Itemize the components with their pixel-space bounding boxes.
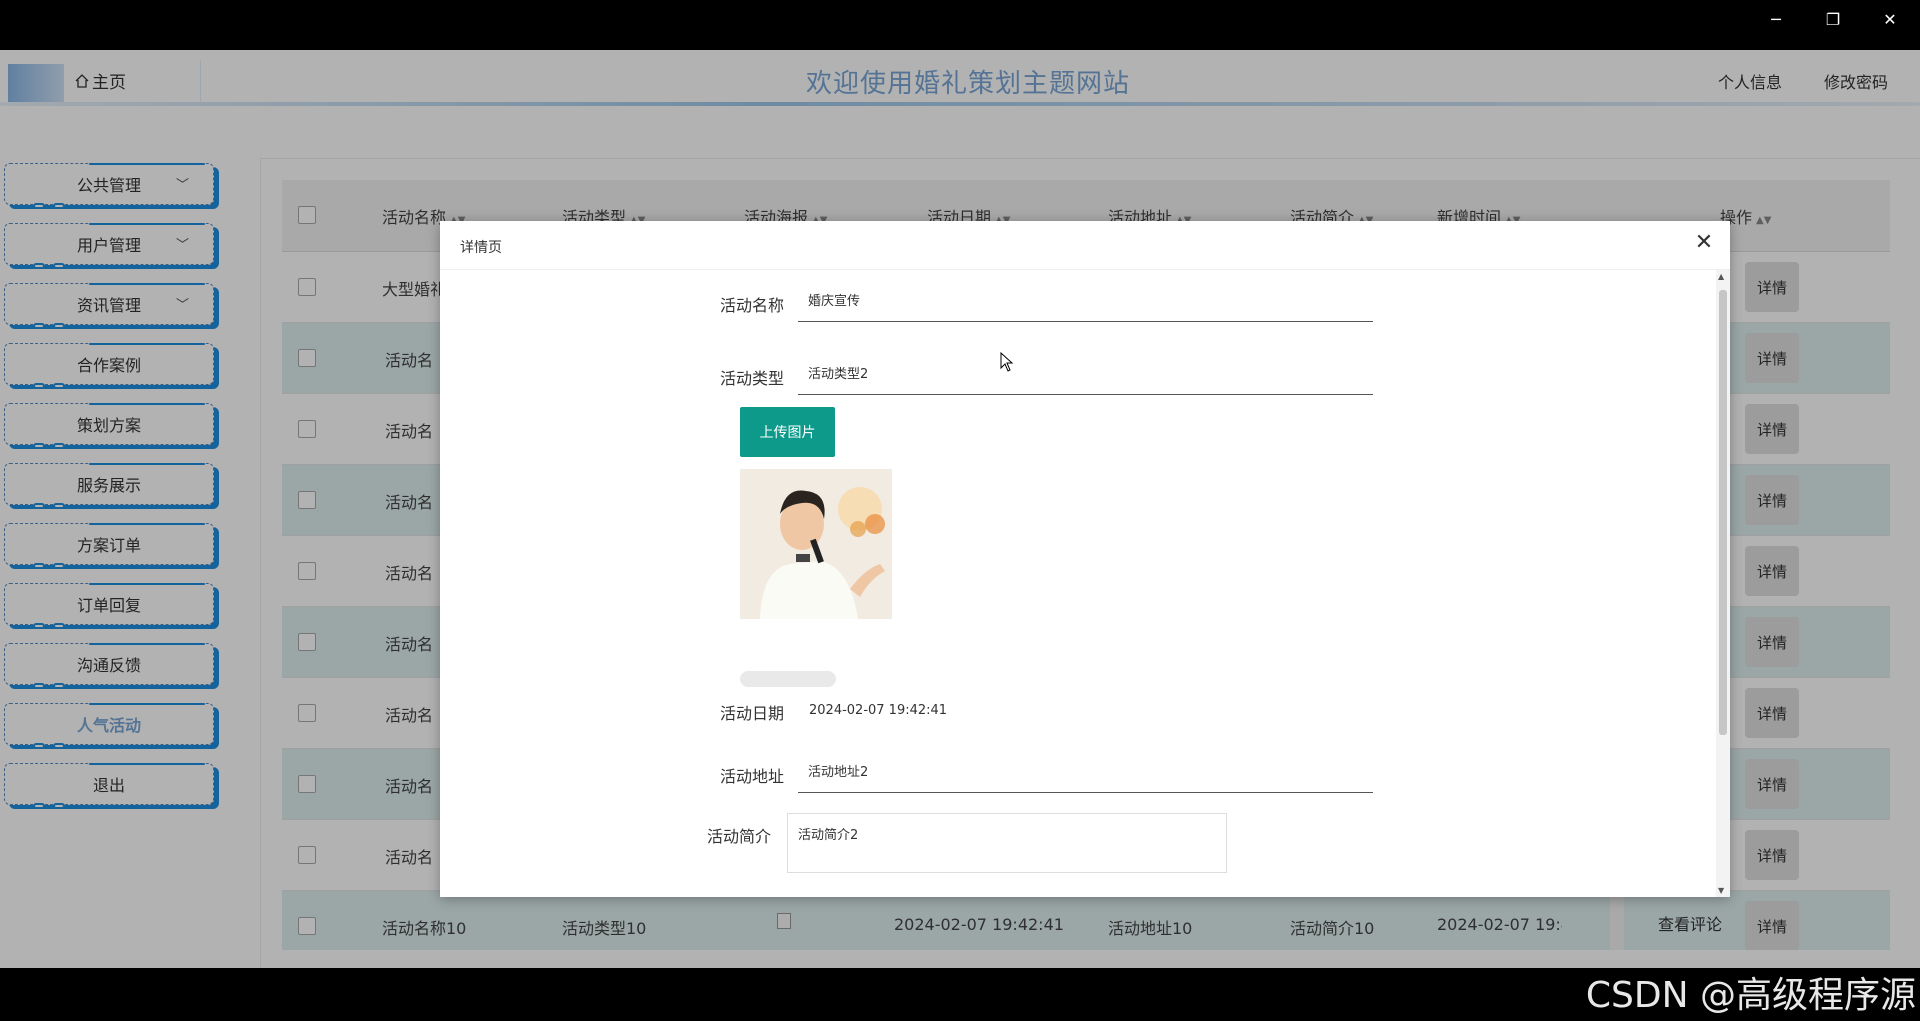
close-icon[interactable]: ✕ [1692,231,1716,255]
address-label: 活动地址 [720,767,785,786]
mouse-cursor-icon [1000,352,1014,372]
dialog-body: 活动名称 婚庆宣传 活动类型 活动类型2 上传图片 活动日期 2024-02-0… [440,270,1716,897]
dialog-header: 详情页 ✕ [440,221,1730,270]
minimize-button[interactable]: ─ [1758,8,1794,32]
upload-progress-bar [740,671,836,687]
date-label: 活动日期 [720,704,785,723]
type-input[interactable]: 活动类型2 [798,355,1373,395]
watermark-text: CSDN @高级程序源 [1585,975,1916,1016]
window-titlebar: ─ ❐ ✕ [0,0,1920,50]
scroll-down-icon[interactable]: ▼ [1718,886,1724,895]
detail-dialog: 详情页 ✕ 活动名称 婚庆宣传 活动类型 活动类型2 上传图片 活动日期 202… [440,221,1730,897]
app-screen: 主页 欢迎使用婚礼策划主题网站 个人信息 修改密码 公共管理 ﹀ 用户管理 ﹀ … [0,50,1920,968]
type-label: 活动类型 [720,369,785,388]
name-input[interactable]: 婚庆宣传 [798,282,1373,322]
date-value[interactable]: 2024-02-07 19:42:41 [809,703,947,718]
dialog-title: 详情页 [460,240,502,256]
intro-textarea[interactable]: 活动简介2 [787,813,1227,873]
poster-image [740,469,892,619]
name-label: 活动名称 [720,296,785,315]
dialog-scrollbar-thumb[interactable] [1719,290,1727,735]
restore-button[interactable]: ❐ [1815,8,1851,32]
dialog-scrollbar[interactable]: ▲ ▼ [1716,270,1730,897]
intro-label: 活动简介 [707,827,772,846]
poster-photo [740,469,892,619]
scroll-up-icon[interactable]: ▲ [1718,272,1724,281]
upload-image-button[interactable]: 上传图片 [740,407,835,457]
address-input[interactable]: 活动地址2 [798,753,1373,793]
window-close-button[interactable]: ✕ [1872,8,1908,32]
